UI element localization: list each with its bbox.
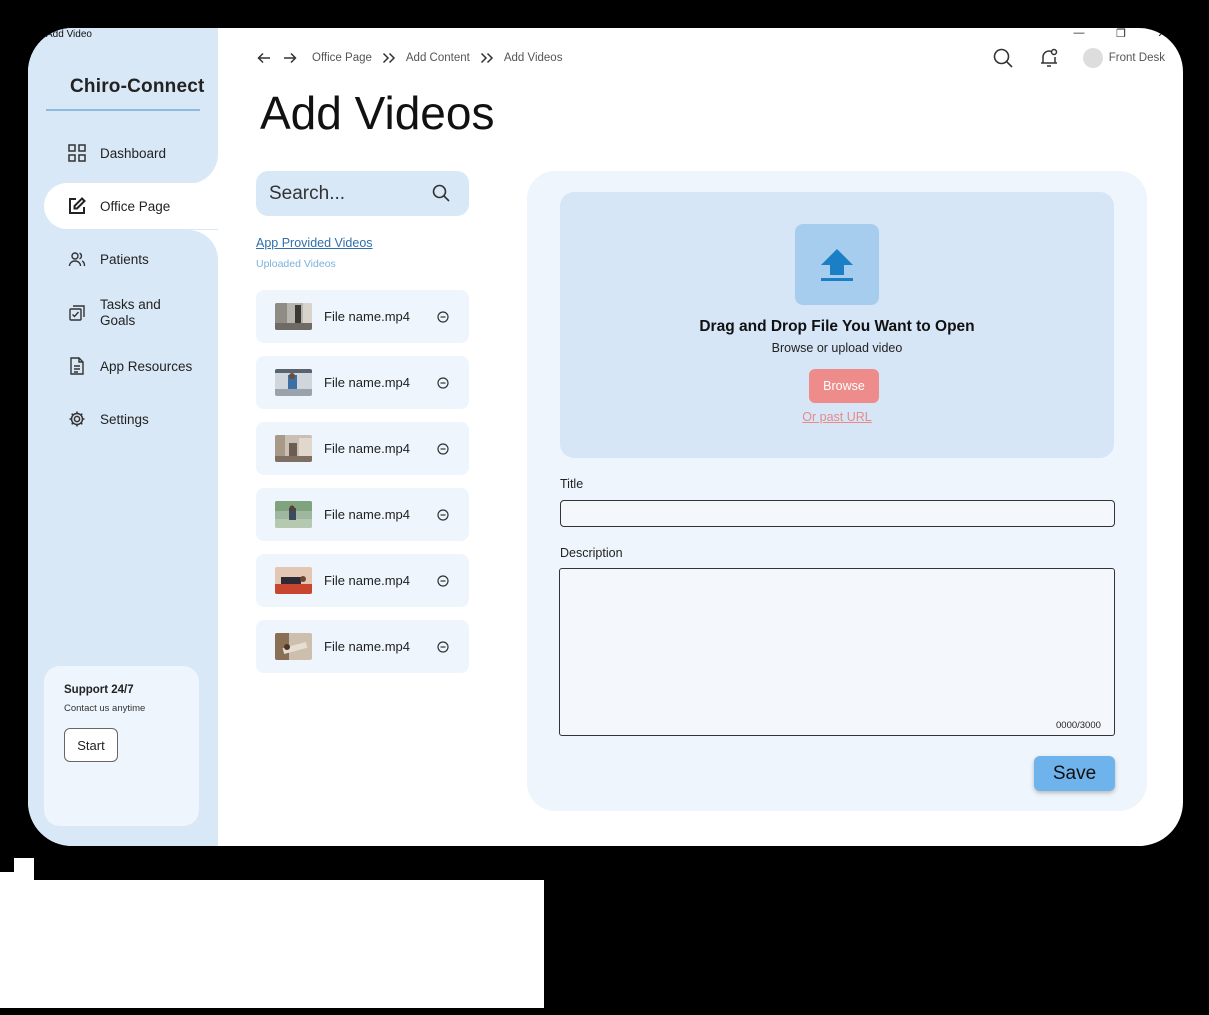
video-thumbnail — [275, 633, 312, 660]
sidebar-item-label: Patients — [100, 251, 149, 267]
list-item[interactable]: File name.mp4 — [256, 620, 469, 673]
paste-url-link: Or past URL — [560, 410, 1114, 424]
video-thumbnail — [275, 435, 312, 462]
search-icon[interactable] — [431, 183, 451, 203]
support-start-button[interactable]: Start — [64, 728, 118, 762]
file-name: File name.mp4 — [324, 507, 410, 522]
file-name: File name.mp4 — [324, 441, 410, 456]
breadcrumb-item[interactable]: Office Page — [312, 52, 372, 64]
remove-circle-icon[interactable] — [436, 640, 450, 654]
file-name: File name.mp4 — [324, 375, 410, 390]
drop-zone[interactable]: Drag and Drop File You Want to Open Brow… — [560, 192, 1114, 458]
window-titlebar: Add Video — ❐ ✕ — [28, 28, 1183, 42]
sidebar-item-label: Settings — [100, 411, 149, 427]
sidebar-item-office-page[interactable]: Office Page — [44, 183, 218, 229]
search-icon[interactable] — [991, 46, 1015, 70]
remove-circle-icon[interactable] — [436, 376, 450, 390]
document-icon — [68, 357, 86, 375]
remove-circle-icon[interactable] — [436, 310, 450, 324]
users-icon — [68, 250, 86, 268]
app-window: Chiro-Connect Dashboard Office Page Pati… — [28, 28, 1183, 846]
gear-icon — [68, 410, 86, 428]
breadcrumb-item[interactable]: Add Videos — [504, 52, 563, 64]
frame-artifact-block — [0, 880, 544, 1008]
back-arrow-icon[interactable] — [256, 50, 272, 66]
character-counter: 0000/3000 — [1056, 720, 1101, 731]
sidebar-item-label: Dashboard — [100, 145, 167, 161]
list-item[interactable]: File name.mp4 — [256, 554, 469, 607]
double-chevron-icon — [480, 52, 494, 64]
support-subtitle: Contact us anytime — [64, 703, 146, 714]
sidebar-item-label: Office Page — [100, 198, 171, 214]
app-provided-videos-link[interactable]: App Provided Videos — [256, 236, 373, 250]
user-name[interactable]: Front Desk — [1109, 52, 1165, 64]
browse-button[interactable]: Browse — [809, 369, 879, 403]
restore-button[interactable]: ❐ — [1111, 28, 1131, 40]
sidebar-item-patients[interactable]: Patients — [44, 236, 216, 282]
sidebar-item-app-resources[interactable]: App Resources — [44, 343, 216, 389]
video-thumbnail — [275, 303, 312, 330]
minimize-button[interactable]: — — [1069, 28, 1089, 39]
description-label: Description — [560, 546, 623, 560]
support-title: Support 24/7 — [64, 684, 134, 696]
remove-circle-icon[interactable] — [436, 442, 450, 456]
avatar[interactable] — [1082, 48, 1103, 68]
sidebar-item-tasks-and-goals[interactable]: Tasks and Goals — [44, 290, 216, 336]
dashboard-grid-icon — [68, 144, 86, 162]
paste-url-link-text[interactable]: Or past URL — [802, 410, 871, 424]
remove-circle-icon[interactable] — [436, 508, 450, 522]
remove-circle-icon[interactable] — [436, 574, 450, 588]
brand-logo: Chiro-Connect — [70, 76, 205, 97]
drop-zone-subtitle: Browse or upload video — [771, 341, 903, 355]
double-chevron-icon — [382, 52, 396, 64]
tasks-icon — [68, 304, 86, 322]
video-thumbnail — [275, 567, 312, 594]
notification-bell-icon[interactable] — [1037, 46, 1061, 70]
drop-zone-title: Drag and Drop File You Want to Open — [699, 318, 975, 335]
upload-icon[interactable] — [795, 224, 879, 305]
list-item[interactable]: File name.mp4 — [256, 356, 469, 409]
video-thumbnail — [275, 369, 312, 396]
save-button[interactable]: Save — [1034, 756, 1115, 791]
brand-divider — [46, 109, 200, 111]
support-card: Support 24/7 Contact us anytime Start — [44, 666, 199, 826]
close-button[interactable]: ✕ — [1152, 28, 1172, 40]
sidebar-item-label: App Resources — [100, 358, 193, 374]
search-input[interactable] — [269, 182, 429, 205]
list-item[interactable]: File name.mp4 — [256, 422, 469, 475]
breadcrumb: Office Page Add Content Add Videos — [256, 50, 562, 66]
uploaded-videos-link[interactable]: Uploaded Videos — [256, 258, 336, 270]
search-box — [256, 171, 469, 216]
title-label: Title — [560, 477, 584, 491]
forward-arrow-icon[interactable] — [282, 50, 298, 66]
list-item[interactable]: File name.mp4 — [256, 290, 469, 343]
frame-artifact-notch — [0, 858, 14, 872]
sidebar-item-dashboard[interactable]: Dashboard — [44, 130, 216, 176]
list-item[interactable]: File name.mp4 — [256, 488, 469, 541]
file-name: File name.mp4 — [324, 309, 410, 324]
sidebar-item-settings[interactable]: Settings — [44, 396, 216, 442]
file-name: File name.mp4 — [324, 639, 410, 654]
breadcrumb-item[interactable]: Add Content — [406, 52, 470, 64]
header-actions: Front Desk — [991, 46, 1165, 70]
video-thumbnail — [275, 501, 312, 528]
sidebar: Chiro-Connect Dashboard Office Page Pati… — [28, 28, 218, 846]
edit-square-icon — [68, 197, 86, 215]
page-title: Add Videos — [260, 87, 495, 139]
window-title: Add Video — [46, 29, 92, 40]
upload-panel: Drag and Drop File You Want to Open Brow… — [527, 171, 1147, 811]
description-field[interactable] — [559, 568, 1115, 736]
title-field[interactable] — [560, 500, 1115, 527]
sidebar-item-label: Tasks and Goals — [100, 297, 161, 328]
file-name: File name.mp4 — [324, 573, 410, 588]
